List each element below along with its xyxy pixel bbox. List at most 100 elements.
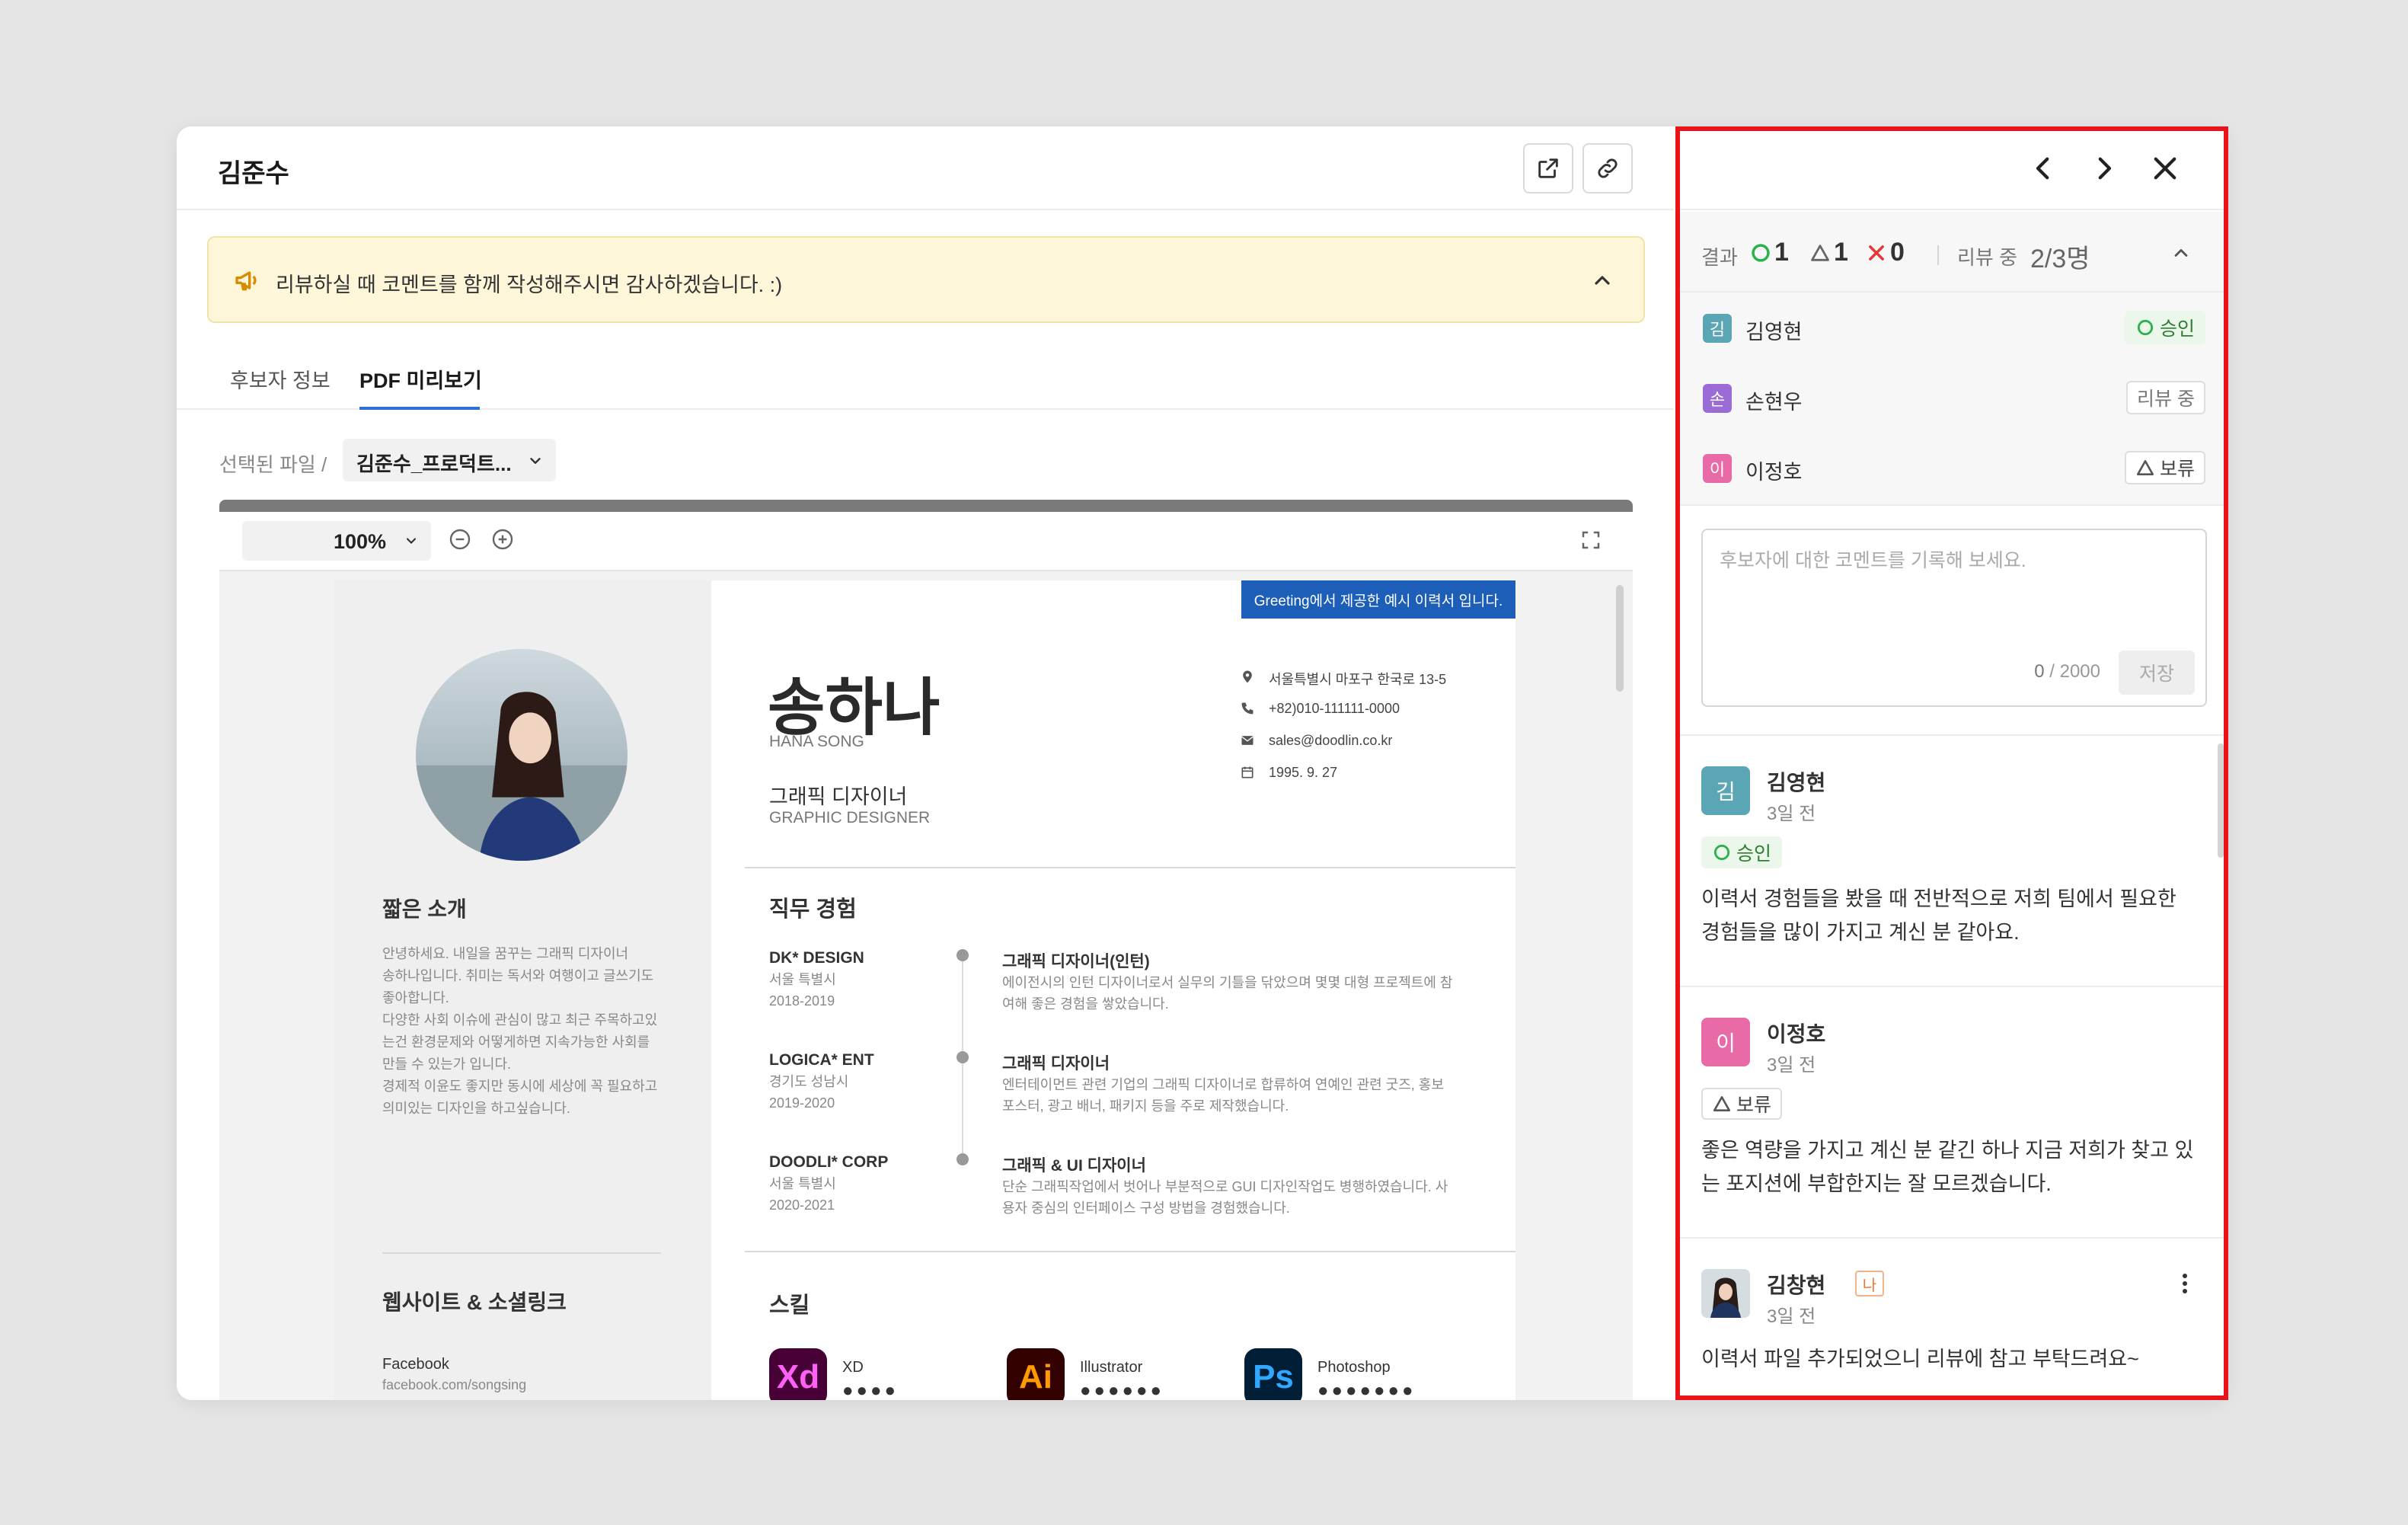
link-name: Facebook	[382, 1356, 449, 1373]
resume-sidebar: 짧은 소개 안녕하세요. 내일을 꿈꾸는 그래픽 디자이너 송하나입니다. 취미…	[334, 580, 711, 1400]
candidate-name: 김준수	[218, 159, 289, 188]
tab-candidate-info[interactable]: 후보자 정보	[230, 364, 331, 394]
links-title: 웹사이트 & 소셜링크	[382, 1290, 567, 1314]
exp-meta: 경기도 성남시 2019-2020	[769, 1074, 849, 1111]
resume-role-en: GRAPHIC DESIGNER	[769, 809, 931, 826]
me-badge: 나	[1855, 1271, 1884, 1296]
section-divider	[745, 1251, 1515, 1252]
exp-company: DOODLI* CORP	[769, 1153, 889, 1171]
status-badge: 승인	[2124, 311, 2205, 344]
megaphone-icon	[235, 271, 257, 291]
summary-separator	[1937, 245, 1939, 265]
open-external-button[interactable]	[1523, 143, 1573, 193]
reviewer-row: 김 김영현 승인	[1680, 293, 2228, 363]
chevron-right-icon[interactable]	[2088, 152, 2120, 184]
hold-triangle-icon	[1811, 245, 1829, 261]
timeline-dot	[956, 1153, 969, 1165]
intro-text: 안녕하세요. 내일을 꿈꾸는 그래픽 디자이너 송하나입니다. 취미는 독서와 …	[382, 946, 658, 1116]
link-icon	[1598, 158, 1618, 178]
notice-banner: 리뷰하실 때 코멘트를 함께 작성해주시면 감사하겠습니다. :)	[207, 236, 1645, 323]
exp-company: DK* DESIGN	[769, 949, 864, 967]
approve-circle-icon	[1752, 244, 1770, 262]
app-window: 김준수 리뷰하실 때 코멘트를 함께 작성해주시면 감사하겠습니다. :) 후보…	[177, 126, 2228, 1400]
avatar: 이	[1703, 454, 1732, 483]
comment-input[interactable]	[1703, 530, 2205, 660]
timeline-dot	[956, 949, 969, 961]
status-badge: 리뷰 중	[2126, 381, 2205, 414]
chevron-up-icon[interactable]	[1590, 268, 1614, 293]
reviewer-name: 손현우	[1745, 391, 1803, 414]
exp-desc: 에이전시의 인턴 디자이너로서 실무의 기틀을 닦았으며 몇몇 대형 프로젝트에…	[1002, 975, 1453, 1012]
reviewer-row: 손 손현우 리뷰 중	[1680, 363, 2228, 433]
hold-count: 1	[1834, 238, 1848, 267]
selected-file: 김준수_프로덕트...	[356, 452, 512, 475]
comment-time: 3일 전	[1767, 1306, 1816, 1327]
sidebar-divider	[382, 1252, 661, 1254]
skill-name: Illustrator	[1080, 1359, 1143, 1376]
skills-title: 스킬	[769, 1293, 810, 1318]
copy-link-button[interactable]	[1582, 143, 1633, 193]
review-summary: 결과 1 1 0 리뷰 중 2/3명	[1680, 212, 2228, 293]
skill-name: Photoshop	[1317, 1359, 1391, 1376]
chevron-down-icon	[530, 458, 541, 464]
tab-bar: 후보자 정보 PDF 미리보기	[177, 347, 1674, 410]
portrait-image	[416, 649, 628, 861]
avatar: 손	[1703, 384, 1732, 413]
photoshop-icon: Ps	[1244, 1348, 1302, 1400]
avatar	[1701, 1269, 1750, 1318]
comment-separator	[1680, 1237, 2228, 1239]
mail-icon	[1241, 736, 1254, 745]
chevron-down-icon	[406, 538, 417, 545]
comment-time: 3일 전	[1767, 1055, 1816, 1076]
topbar: 김준수	[177, 126, 1674, 210]
external-link-icon	[1538, 158, 1558, 178]
skill-level: ●●●●●●	[1080, 1380, 1164, 1400]
xd-icon: Xd	[769, 1348, 827, 1400]
zoom-select[interactable]: 100%	[242, 521, 431, 561]
chevron-left-icon[interactable]	[2027, 152, 2059, 184]
exp-title: 그래픽 디자이너	[1002, 1055, 1110, 1073]
approve-circle-icon	[1713, 844, 1730, 861]
feed-scrollbar[interactable]	[2218, 743, 2224, 858]
exp-desc: 엔터테이먼트 관련 기업의 그래픽 디자이너로 합류하여 연예인 관련 굿즈, …	[1002, 1077, 1444, 1114]
reviewer-name: 김영현	[1745, 321, 1803, 344]
link-url[interactable]: facebook.com/songsing	[382, 1377, 526, 1393]
notice-text: 리뷰하실 때 코멘트를 함께 작성해주시면 감사하겠습니다. :)	[276, 273, 783, 296]
reviewing-label: 리뷰 중	[1957, 246, 2017, 269]
file-dropdown[interactable]: 김준수_프로덕트...	[343, 439, 556, 481]
tab-pdf-preview[interactable]: PDF 미리보기	[359, 364, 482, 394]
reviewer-row: 이 이정호 보류	[1680, 433, 2228, 503]
reviewer-name: 이정호	[1745, 461, 1803, 484]
comment-text: 이력서 파일 추가되었으니 리뷰에 참고 부탁드려요~	[1701, 1348, 2139, 1370]
exp-meta: 서울 특별시 2020-2021	[769, 1176, 836, 1213]
reject-count: 0	[1890, 238, 1905, 267]
close-icon[interactable]	[2149, 152, 2181, 184]
zoom-in-icon[interactable]	[490, 527, 515, 551]
comment-author: 김창현	[1767, 1274, 1826, 1297]
zoom-value: 100%	[334, 530, 387, 553]
phone-icon	[1241, 702, 1254, 715]
status-badge: 보류	[1701, 1088, 1783, 1120]
save-button[interactable]: 저장	[2119, 651, 2195, 695]
user-photo	[1701, 1269, 1750, 1318]
resume-page: 짧은 소개 안녕하세요. 내일을 꿈꾸는 그래픽 디자이너 송하나입니다. 취미…	[334, 580, 1515, 1400]
viewer-scrollbar[interactable]	[1616, 585, 1624, 692]
comment-text: 좋은 역량을 가지고 계신 분 같긴 하나 지금 저희가 찾고 있는 포지션에 …	[1701, 1139, 2194, 1195]
reviewing-count: 2/3명	[2030, 245, 2090, 273]
hold-triangle-icon	[1713, 1096, 1731, 1111]
status-badge: 승인	[1701, 836, 1783, 868]
skill-name: XD	[842, 1359, 864, 1376]
viewer-toolbar: 100%	[219, 512, 1633, 571]
exp-desc: 단순 그래픽작업에서 벗어나 부분적으로 GUI 디자인작업도 병행하였습니다.…	[1002, 1179, 1448, 1216]
more-vertical-icon[interactable]	[2181, 1272, 2189, 1295]
zoom-out-icon[interactable]	[448, 527, 472, 551]
hold-triangle-icon	[2136, 460, 2154, 475]
panel-header	[1680, 126, 2228, 210]
exp-title: 그래픽 & UI 디자이너	[1002, 1157, 1146, 1175]
tab-active-indicator	[359, 407, 480, 410]
approve-count: 1	[1774, 238, 1789, 267]
fullscreen-icon[interactable]	[1579, 529, 1602, 551]
avatar: 김	[1701, 766, 1750, 815]
resume-role: 그래픽 디자이너	[769, 785, 908, 808]
chevron-up-icon[interactable]	[2170, 242, 2192, 264]
